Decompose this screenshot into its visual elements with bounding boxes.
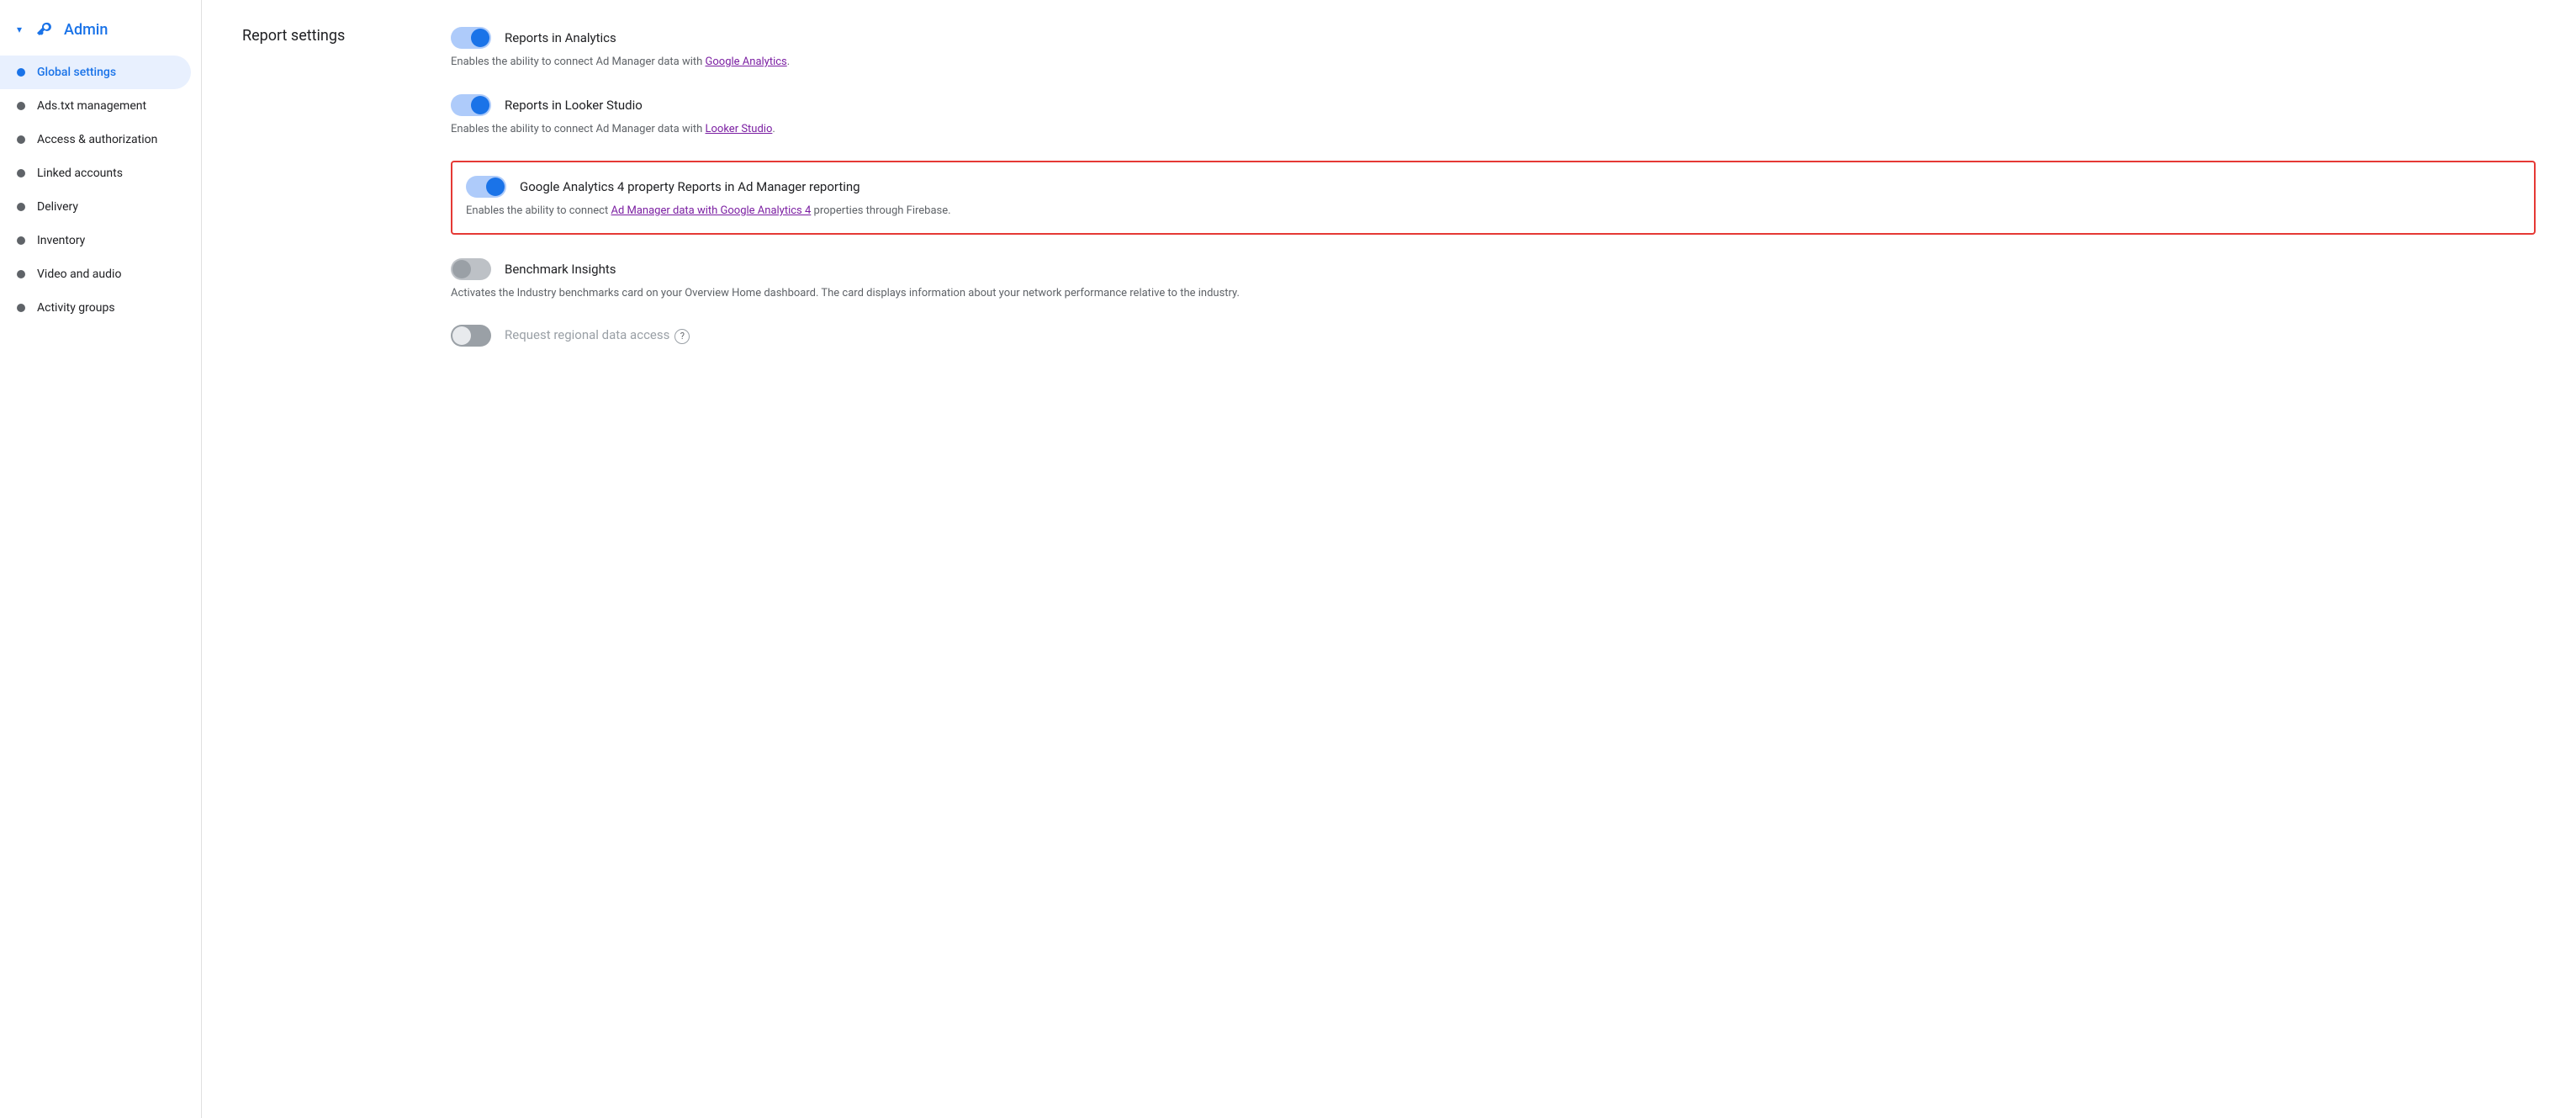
nav-dot-icon <box>17 135 25 144</box>
sidebar-item-ads-txt[interactable]: Ads.txt management <box>0 89 191 123</box>
sidebar-item-global-settings[interactable]: Global settings <box>0 56 191 89</box>
sidebar-item-label: Access & authorization <box>37 133 157 146</box>
nav-dot-icon <box>17 203 25 211</box>
setting-label-reports-looker: Reports in Looker Studio <box>505 98 643 113</box>
setting-item-ga4-reports: Google Analytics 4 property Reports in A… <box>451 161 2536 235</box>
sidebar-item-label: Activity groups <box>37 301 115 315</box>
settings-row: Report settings Reports in Analytics Enab… <box>242 27 2536 370</box>
setting-header-ga4-reports: Google Analytics 4 property Reports in A… <box>466 176 2520 198</box>
toggle-thumb <box>471 29 489 47</box>
sidebar-item-label: Inventory <box>37 234 85 247</box>
sidebar: ▾ Admin Global settings Ads.txt managemen… <box>0 0 202 1118</box>
chevron-down-icon: ▾ <box>17 24 22 35</box>
setting-header-reports-looker: Reports in Looker Studio <box>451 94 2536 116</box>
setting-link-reports-analytics[interactable]: Google Analytics <box>706 56 787 68</box>
setting-item-reports-looker: Reports in Looker Studio Enables the abil… <box>451 94 2536 138</box>
toggle-benchmark-insights[interactable] <box>451 258 491 280</box>
setting-link-ga4-reports[interactable]: Ad Manager data with Google Analytics 4 <box>611 204 811 217</box>
setting-label-reports-analytics: Reports in Analytics <box>505 30 616 45</box>
sidebar-item-inventory[interactable]: Inventory <box>0 224 191 257</box>
nav-dot-icon <box>17 304 25 312</box>
wrench-search-icon <box>34 19 56 40</box>
toggle-thumb <box>452 260 471 278</box>
setting-header-benchmark-insights: Benchmark Insights <box>451 258 2536 280</box>
nav-dot-icon <box>17 68 25 77</box>
sidebar-item-linked-accounts[interactable]: Linked accounts <box>0 156 191 190</box>
settings-content: Reports in Analytics Enables the ability … <box>451 27 2536 370</box>
help-icon[interactable]: ? <box>674 329 690 344</box>
toggle-regional-data[interactable] <box>451 325 491 347</box>
nav-dot-icon <box>17 236 25 245</box>
sidebar-item-label: Delivery <box>37 200 78 214</box>
section-title: Report settings <box>242 27 410 45</box>
sidebar-item-delivery[interactable]: Delivery <box>0 190 191 224</box>
setting-desc-reports-looker: Enables the ability to connect Ad Manage… <box>451 121 2536 138</box>
sidebar-item-activity-groups[interactable]: Activity groups <box>0 291 191 325</box>
admin-label: Admin <box>64 21 108 39</box>
setting-desc-reports-analytics: Enables the ability to connect Ad Manage… <box>451 54 2536 71</box>
toggle-thumb <box>486 178 505 196</box>
sidebar-nav: Global settings Ads.txt management Access … <box>0 56 201 325</box>
toggle-reports-looker[interactable] <box>451 94 491 116</box>
setting-item-regional-data: Request regional data access? <box>451 325 2536 347</box>
sidebar-item-label: Video and audio <box>37 268 121 281</box>
nav-dot-icon <box>17 270 25 278</box>
sidebar-item-video-audio[interactable]: Video and audio <box>0 257 191 291</box>
toggle-thumb <box>452 326 471 345</box>
setting-desc-ga4-reports: Enables the ability to connect Ad Manage… <box>466 203 2520 220</box>
sidebar-item-label: Ads.txt management <box>37 99 146 113</box>
setting-header-regional-data: Request regional data access? <box>451 325 2536 347</box>
setting-link-reports-looker[interactable]: Looker Studio <box>706 123 773 135</box>
toggle-ga4-reports[interactable] <box>466 176 506 198</box>
nav-dot-icon <box>17 169 25 178</box>
admin-nav-item[interactable]: ▾ Admin <box>0 10 201 56</box>
setting-label-benchmark-insights: Benchmark Insights <box>505 262 616 277</box>
sidebar-item-access-auth[interactable]: Access & authorization <box>0 123 191 156</box>
nav-dot-icon <box>17 102 25 110</box>
setting-label-regional-data: Request regional data access? <box>505 327 690 343</box>
toggle-reports-analytics[interactable] <box>451 27 491 49</box>
toggle-thumb <box>471 96 489 114</box>
setting-label-ga4-reports: Google Analytics 4 property Reports in A… <box>520 179 860 194</box>
main-content: Report settings Reports in Analytics Enab… <box>202 0 2576 1118</box>
setting-header-reports-analytics: Reports in Analytics <box>451 27 2536 49</box>
sidebar-item-label: Global settings <box>37 66 116 79</box>
setting-desc-benchmark-insights: Activates the Industry benchmarks card o… <box>451 285 2536 302</box>
sidebar-item-label: Linked accounts <box>37 167 123 180</box>
setting-item-benchmark-insights: Benchmark Insights Activates the Industry… <box>451 258 2536 302</box>
setting-item-reports-analytics: Reports in Analytics Enables the ability … <box>451 27 2536 71</box>
